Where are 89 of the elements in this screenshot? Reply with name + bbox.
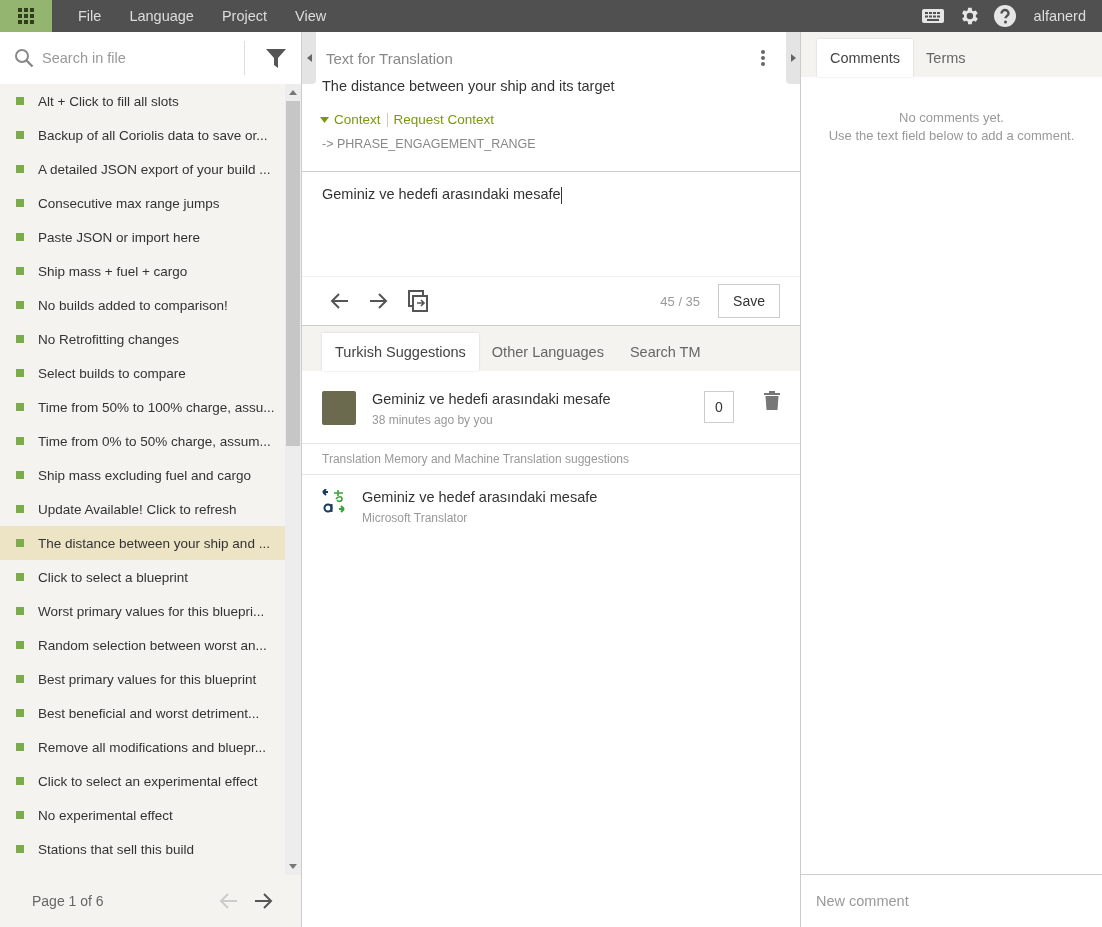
apps-grid-button[interactable]: [0, 0, 52, 32]
status-square: [16, 437, 24, 445]
string-list-item[interactable]: Best beneficial and worst detriment...: [0, 696, 285, 730]
status-square: [16, 301, 24, 309]
context-key: -> PHRASE_ENGAGEMENT_RANGE: [302, 137, 800, 151]
panel-title: Text for Translation: [326, 49, 453, 67]
save-button[interactable]: Save: [718, 284, 780, 318]
avatar-photo-placeholder: [322, 391, 356, 425]
grid-icon: [18, 8, 34, 24]
string-list-item[interactable]: No experimental effect: [0, 798, 285, 832]
menu-item[interactable]: File: [64, 8, 116, 24]
status-square: [16, 369, 24, 377]
status-square: [16, 607, 24, 615]
empty-message: Use the text field below to add a comment.: [827, 127, 1076, 145]
status-square: [16, 709, 24, 717]
string-list-item[interactable]: A detailed JSON export of your build ...: [0, 152, 285, 186]
empty-message: No comments yet.: [898, 109, 1005, 127]
string-list-item[interactable]: Remove all modifications and bluepr...: [0, 730, 285, 764]
comments-tab[interactable]: Terms: [913, 39, 979, 77]
status-square: [16, 811, 24, 819]
translation-field[interactable]: Geminiz ve hedefi arasındaki mesafe: [302, 172, 800, 277]
status-square: [16, 165, 24, 173]
string-list-item[interactable]: Click to select an experimental effect: [0, 764, 285, 798]
status-square: [16, 641, 24, 649]
string-list-item[interactable]: Paste JSON or import here: [0, 220, 285, 254]
vote-count[interactable]: 0: [704, 391, 734, 423]
string-list-item[interactable]: Backup of all Coriolis data to save or...: [0, 118, 285, 152]
character-count: 45 / 35: [660, 293, 701, 309]
page-indicator: Page 1 of 6: [32, 893, 104, 909]
copy-source-icon[interactable]: [408, 290, 428, 312]
comments-tab[interactable]: Comments: [817, 39, 914, 77]
status-square: [16, 233, 24, 241]
string-list-item[interactable]: Worst primary values for this bluepri...: [0, 594, 285, 628]
status-square: [16, 97, 24, 105]
string-list-item[interactable]: The distance between your ship and ...: [0, 526, 285, 560]
string-list-item[interactable]: Time from 0% to 50% charge, assum...: [0, 424, 285, 458]
suggestion-source: Microsoft Translator: [362, 511, 469, 525]
suggestion-meta: 38 minutes ago by you: [372, 413, 494, 427]
string-list-item[interactable]: No builds added to comparison!: [0, 288, 285, 322]
translate-icon: [322, 489, 346, 515]
status-square: [16, 573, 24, 581]
caret-icon: [320, 116, 329, 123]
filter-icon[interactable]: [265, 47, 287, 69]
status-square: [16, 777, 24, 785]
collapse-left-handle[interactable]: [302, 32, 316, 84]
menu-item[interactable]: View: [281, 8, 341, 24]
status-square: [16, 403, 24, 411]
menu-item[interactable]: Project: [207, 8, 282, 24]
next-arrow-icon[interactable]: [368, 292, 388, 310]
suggestions-tab[interactable]: Search TM: [616, 333, 714, 371]
suggestions-tab[interactable]: Other Languages: [478, 333, 617, 371]
collapse-right-handle[interactable]: [786, 32, 800, 84]
status-square: [16, 131, 24, 139]
status-square: [16, 505, 24, 513]
string-list-item[interactable]: Consecutive max range jumps: [0, 186, 285, 220]
scrollbar[interactable]: [285, 84, 301, 875]
string-list-item[interactable]: Update Available! Click to refresh: [0, 492, 285, 526]
more-options-icon[interactable]: [760, 49, 766, 67]
string-list-item[interactable]: Random selection between worst an...: [0, 628, 285, 662]
string-list-item[interactable]: No Retrofitting changes: [0, 322, 285, 356]
status-square: [16, 743, 24, 751]
user-name[interactable]: alfanerd: [1033, 8, 1086, 24]
string-list-item[interactable]: Alt + Click to fill all slots: [0, 84, 285, 118]
suggestions-tab[interactable]: Turkish Suggestions: [322, 333, 479, 371]
string-list-item[interactable]: Stations that sell this build: [0, 832, 285, 866]
string-list-item[interactable]: Time from 50% to 100% charge, assu...: [0, 390, 285, 424]
status-square: [16, 845, 24, 853]
suggestion-text[interactable]: Geminiz ve hedef arasındaki mesafe: [362, 489, 780, 505]
status-square: [16, 199, 24, 207]
section-heading: Translation Memory and Machine Translation suggestions: [302, 444, 800, 475]
status-square: [16, 675, 24, 683]
keyboard-icon[interactable]: [921, 9, 944, 23]
search-icon: [14, 48, 34, 68]
help-icon[interactable]: [993, 5, 1016, 27]
suggestion-text[interactable]: Geminiz ve hedefi arasındaki mesafe: [372, 391, 688, 407]
status-square: [16, 335, 24, 343]
next-page-arrow-icon[interactable]: [253, 892, 273, 910]
string-list-item[interactable]: Best primary values for this blueprint: [0, 662, 285, 696]
status-square: [16, 539, 24, 547]
status-square: [16, 471, 24, 479]
source-text: The distance between your ship and its target: [321, 78, 616, 94]
delete-icon[interactable]: [764, 391, 780, 410]
previous-arrow-icon[interactable]: [330, 292, 350, 310]
string-list-item[interactable]: Ship mass + fuel + cargo: [0, 254, 285, 288]
string-list-item[interactable]: Select builds to compare: [0, 356, 285, 390]
string-list-item[interactable]: Ship mass excluding fuel and cargo: [0, 458, 285, 492]
menu-item[interactable]: Language: [115, 8, 208, 24]
status-square: [16, 267, 24, 275]
string-list-item[interactable]: Click to select a blueprint: [0, 560, 285, 594]
